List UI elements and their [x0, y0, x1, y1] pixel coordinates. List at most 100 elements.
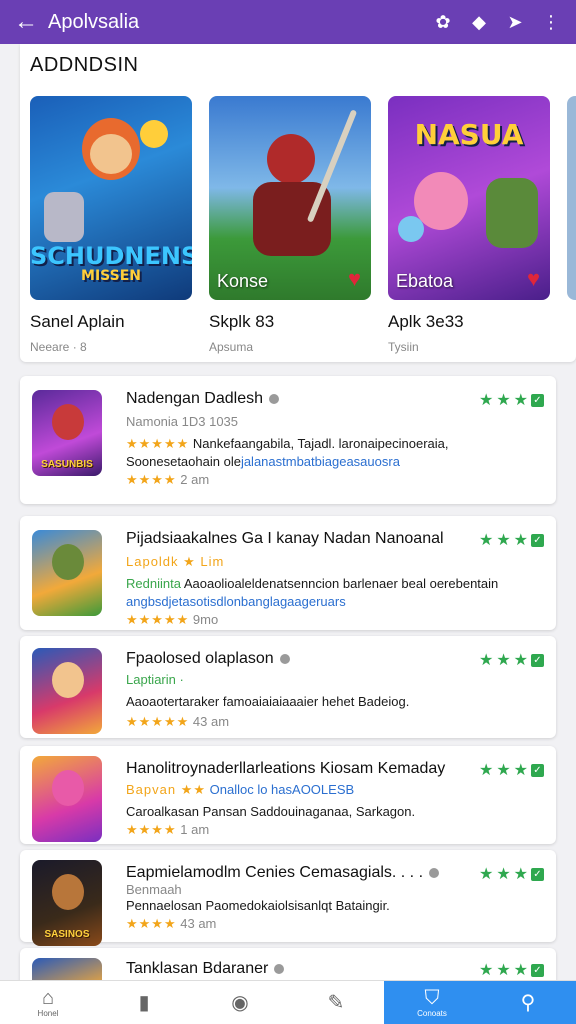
- game-logo: SCHUDNENS: [30, 242, 192, 270]
- character-green: [486, 178, 538, 248]
- game-thumbnail: [32, 756, 102, 842]
- item-description: Aaoaotertaraker famoaiaiaiaaaier hehet B…: [126, 694, 410, 709]
- item-title: Eapmielamodlm Cenies Cemasagials. . . .: [126, 864, 440, 882]
- item-meta: Lapoldk ★ Lim: [126, 554, 225, 569]
- nav-search[interactable]: ⚲: [480, 981, 576, 1024]
- game-artwork: [567, 96, 576, 300]
- character-face: [90, 134, 132, 174]
- game-artwork: SCHUDNENS MISSEN: [30, 96, 192, 300]
- game-thumbnail: [32, 530, 102, 616]
- share-icon[interactable]: ➤: [504, 12, 526, 33]
- character-figure: [52, 662, 84, 698]
- game-artwork: NASUA Ebatoa ♥: [388, 96, 550, 300]
- search-icon: ⚲: [520, 991, 536, 1014]
- rating-stars: ★★★ ✓: [479, 530, 544, 550]
- item-rating: ★★★★★ 43 am: [126, 714, 230, 729]
- item-meta: Namonia 1D3 1035: [126, 414, 239, 429]
- featured-game-name: Sanel Aplain: [30, 312, 125, 331]
- home-icon: ⌂: [41, 987, 55, 1009]
- item-meta: Laptiarin ·: [126, 672, 184, 687]
- featured-heading: ADDNDSIN: [30, 54, 139, 76]
- spear-graphic: [306, 109, 358, 223]
- game-logo: NASUA: [414, 118, 524, 151]
- back-arrow-icon[interactable]: ←: [14, 8, 48, 36]
- featured-game-name: Aplk 3e33: [388, 312, 464, 331]
- rating-stars: ★★★ ✓: [479, 864, 544, 884]
- coin-graphic: [140, 120, 168, 148]
- nav-contacts[interactable]: ⛉ Conoats: [384, 981, 480, 1024]
- item-title: Tanklasan Bdaraner: [126, 960, 285, 978]
- featured-section: ADDNDSIN SCHUDNENS MISSEN Sanel Aplain N…: [20, 44, 576, 362]
- item-meta: Benmaah: [126, 882, 182, 897]
- character-figure: [52, 770, 84, 806]
- bottom-navigation: ⌂ Honel ▮ ◉ ✎ ⛉ Conoats ⚲: [0, 980, 576, 1024]
- library-icon: ▮: [138, 991, 150, 1014]
- rating-stars: ★★★ ✓: [479, 760, 544, 780]
- list-item[interactable]: SASINOS Eapmielamodlm Cenies Cemasagials…: [20, 850, 556, 946]
- game-caption: Konse: [217, 271, 269, 291]
- featured-card[interactable]: Konse ♥ Skplk 83 Apsuma: [209, 96, 371, 354]
- game-artwork: Konse ♥: [209, 96, 371, 300]
- more-options-icon[interactable]: ⋮: [540, 12, 562, 33]
- app-title: Apolvsalia: [48, 10, 140, 33]
- app-bar: ← Apolvsalia ✿ ◆ ➤ ⋮: [0, 0, 576, 44]
- list-item[interactable]: Hanolitroynaderllarleations Kiosam Kemad…: [20, 746, 556, 844]
- character-figure: [52, 544, 84, 580]
- heart-icon[interactable]: ♥: [527, 266, 540, 292]
- item-rating: ★★★★ 43 am: [126, 916, 217, 931]
- nav-label: Conoats: [417, 1009, 447, 1018]
- character-weapon: [44, 192, 84, 242]
- heart-icon[interactable]: ♥: [348, 266, 361, 292]
- list-item[interactable]: SASUNBIS Nadengan Dadlesh ★★★ ✓ Namonia 1…: [20, 376, 556, 504]
- item-rating: ★★★★★ 9mo: [126, 612, 219, 627]
- nav-home[interactable]: ⌂ Honel: [0, 981, 96, 1024]
- wifi-icon[interactable]: ◆: [468, 12, 490, 33]
- chat-icon: ◉: [231, 991, 249, 1014]
- nav-edit[interactable]: ✎: [288, 981, 384, 1024]
- list-item[interactable]: Fpaolosed olaplason ★★★ ✓ Laptiarin · Aao…: [20, 636, 556, 738]
- game-thumbnail: SASUNBIS: [32, 390, 102, 476]
- settings-icon[interactable]: ✿: [432, 12, 454, 33]
- item-title: Pijadsiaakalnes Ga I kanay Nadan Nanoana…: [126, 530, 444, 547]
- rating-stars: ★★★ ✓: [479, 960, 544, 980]
- edit-icon: ✎: [327, 991, 345, 1014]
- item-description: Pennaelosan Paomedokaiolsisanlqt Bataing…: [126, 898, 390, 913]
- character-head: [267, 134, 315, 184]
- item-tags: Soonesetaohain olejalanastmbatbiageasauo…: [126, 454, 400, 469]
- game-thumbnail: [32, 648, 102, 734]
- game-logo-sub: MISSEN: [81, 268, 141, 284]
- rating-stars: ★★★ ✓: [479, 390, 544, 410]
- featured-game-meta: Neeare · 8: [30, 340, 87, 354]
- item-title: Nadengan Dadlesh: [126, 390, 279, 408]
- thumbnail-logo: SASUNBIS: [41, 459, 93, 470]
- item-description: Caroalkasan Pansan Saddouinaganaa, Sarka…: [126, 804, 416, 819]
- shield-icon: ⛉: [424, 987, 440, 1009]
- nav-label: Honel: [37, 1009, 59, 1018]
- item-description: Redniinta Aaoaolioaleldenatsenncion barl…: [126, 576, 499, 591]
- featured-game-name: Skplk 83: [209, 312, 275, 331]
- info-icon: [269, 393, 279, 404]
- item-rating: ★★★★ 2 am: [126, 472, 210, 487]
- list-item[interactable]: Pijadsiaakalnes Ga I kanay Nadan Nanoana…: [20, 516, 556, 630]
- featured-card[interactable]: SCHUDNENS MISSEN Sanel Aplain Neeare · 8: [30, 96, 192, 354]
- character-figure: [52, 874, 84, 910]
- game-caption: Ebatoa: [396, 271, 454, 291]
- item-title: Fpaolosed olaplason: [126, 650, 290, 668]
- item-meta: Bapvan ★★ Onalloc lo hasAOOLESB: [126, 782, 355, 797]
- item-rating: ★★★★ 1 am: [126, 822, 210, 837]
- info-icon: [279, 653, 290, 664]
- item-tags: angbsdjetasotisdlonbanglagaageruars: [126, 594, 346, 609]
- featured-game-meta: Tysiin: [388, 340, 419, 354]
- rating-stars: ★★★ ✓: [479, 650, 544, 670]
- info-icon: [429, 867, 440, 878]
- game-thumbnail: SASINOS: [32, 860, 102, 946]
- info-icon: [274, 963, 285, 974]
- character-figure: [52, 404, 84, 440]
- nav-chat[interactable]: ◉: [192, 981, 288, 1024]
- featured-game-meta: Apsuma: [209, 340, 254, 354]
- featured-card[interactable]: NASUA Ebatoa ♥ Aplk 3e33 Tysiin: [388, 96, 550, 354]
- featured-card-partial[interactable]: [567, 96, 576, 300]
- thumbnail-logo: SASINOS: [44, 929, 90, 940]
- nav-library[interactable]: ▮: [96, 981, 192, 1024]
- character-blue: [398, 216, 424, 242]
